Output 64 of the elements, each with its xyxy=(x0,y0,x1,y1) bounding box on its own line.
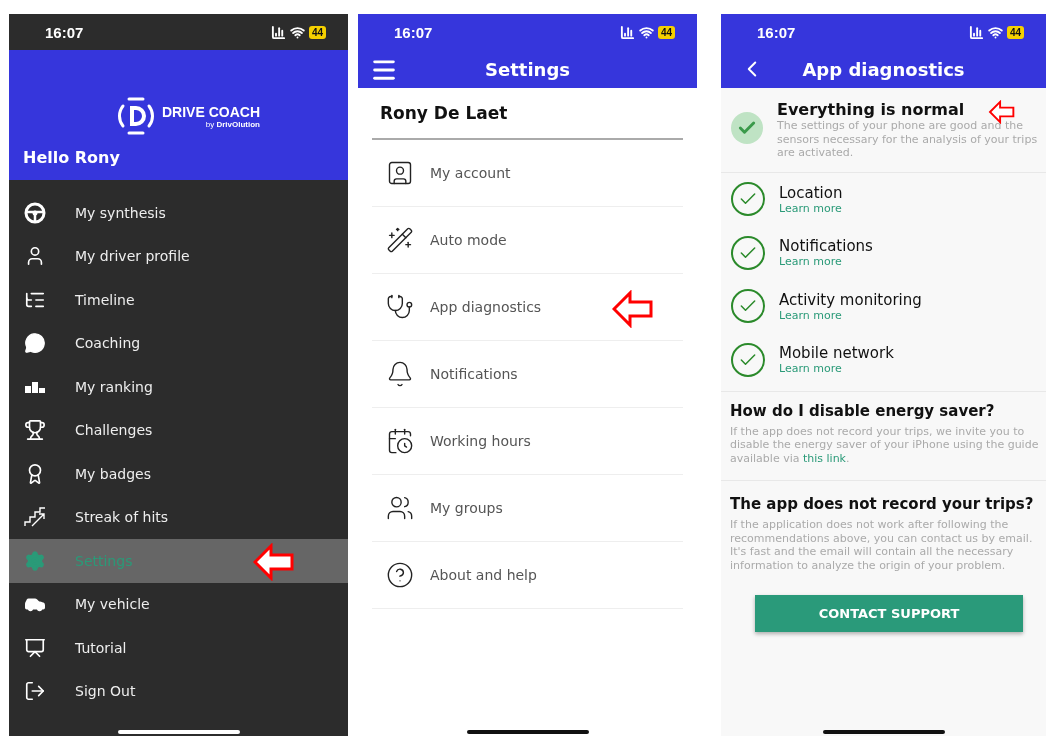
battery-icon: 44 xyxy=(1006,25,1024,39)
magic-wand-icon xyxy=(386,226,414,254)
list-row[interactable]: Auto mode xyxy=(372,207,683,274)
stethoscope-icon xyxy=(386,293,414,321)
status-time: 16:07 xyxy=(757,23,796,41)
list-row[interactable]: About and help xyxy=(372,542,683,609)
check-label: Notifications xyxy=(779,237,873,256)
check-label: Mobile network xyxy=(779,344,894,363)
section-text: If the app does not record your trips, we invite you to disable the energy saver of your iPhone using the guide available via this link. xyxy=(730,424,1040,466)
screen-title: App diagnostics xyxy=(802,58,965,80)
chat-bubble-icon xyxy=(24,332,46,355)
clock-calendar-icon xyxy=(386,427,414,455)
signal-icon xyxy=(270,24,286,40)
contact-support-button[interactable]: CONTACT SUPPORT xyxy=(755,595,1023,633)
wifi-icon xyxy=(638,24,654,40)
presenter-icon xyxy=(24,636,46,659)
guide-link[interactable]: this link xyxy=(802,452,846,466)
greeting: Hello Rony xyxy=(23,148,121,167)
section-title: The app does not record your trips? xyxy=(730,494,1035,513)
menu-item[interactable]: Sign Out xyxy=(9,669,348,713)
wifi-icon xyxy=(289,24,305,40)
section-text: If the application does not work after following the recommendations above, you can contact us by email. It's fast and the email will contain all the necessary information to analyze the origin of your problem. xyxy=(730,517,1034,574)
list-row[interactable]: My account xyxy=(372,140,683,207)
check-label: Location xyxy=(779,183,843,202)
list-row[interactable]: My groups xyxy=(372,475,683,542)
battery-icon: 44 xyxy=(308,25,326,39)
screen-title: Settings xyxy=(485,58,570,80)
list-row[interactable]: Working hours xyxy=(372,408,683,475)
menu-item[interactable]: My driver profile xyxy=(9,234,348,278)
menu-item[interactable]: My synthesis xyxy=(9,191,348,235)
person-portrait-icon xyxy=(386,159,414,187)
trophy-icon xyxy=(24,419,46,442)
menu-item[interactable]: Streak of hits xyxy=(9,495,348,539)
logo-icon xyxy=(116,96,156,136)
people-icon xyxy=(386,494,414,522)
steering-wheel-icon xyxy=(24,201,46,224)
list-row[interactable]: Notifications xyxy=(372,341,683,408)
signal-icon xyxy=(968,24,984,40)
arrow-icon xyxy=(612,290,654,328)
menu-item[interactable]: Coaching xyxy=(9,321,348,365)
menu-item[interactable]: My badges xyxy=(9,452,348,496)
check-icon xyxy=(731,112,763,144)
section-title: How do I disable energy saver? xyxy=(730,401,996,420)
brand-name: DRIVE COACH xyxy=(162,103,260,120)
help-icon xyxy=(386,561,414,589)
menu-item[interactable]: Tutorial xyxy=(9,626,348,670)
check-label: Activity monitoring xyxy=(779,290,922,309)
wifi-icon xyxy=(987,24,1003,40)
stairs-icon xyxy=(24,506,46,529)
summary-title: Everything is normal xyxy=(777,100,965,119)
menu-item[interactable]: Timeline xyxy=(9,278,348,322)
sign-out-icon xyxy=(24,680,46,703)
user-name: Rony De Laet xyxy=(372,88,683,140)
menu-item[interactable]: Challenges xyxy=(9,408,348,452)
status-time: 16:07 xyxy=(45,23,84,41)
menu-item[interactable]: My ranking xyxy=(9,365,348,409)
status-time: 16:07 xyxy=(394,23,433,41)
arrow-icon xyxy=(253,543,295,581)
brand-subtitle: by DrivOlution xyxy=(205,119,260,129)
bell-icon xyxy=(386,360,414,388)
battery-icon: 44 xyxy=(657,25,675,39)
summary-text: The settings of your phone are good and the sensors necessary for the analysis of your trips are activated. xyxy=(777,119,1039,160)
signal-icon xyxy=(619,24,635,40)
menu-item[interactable]: My vehicle xyxy=(9,582,348,626)
